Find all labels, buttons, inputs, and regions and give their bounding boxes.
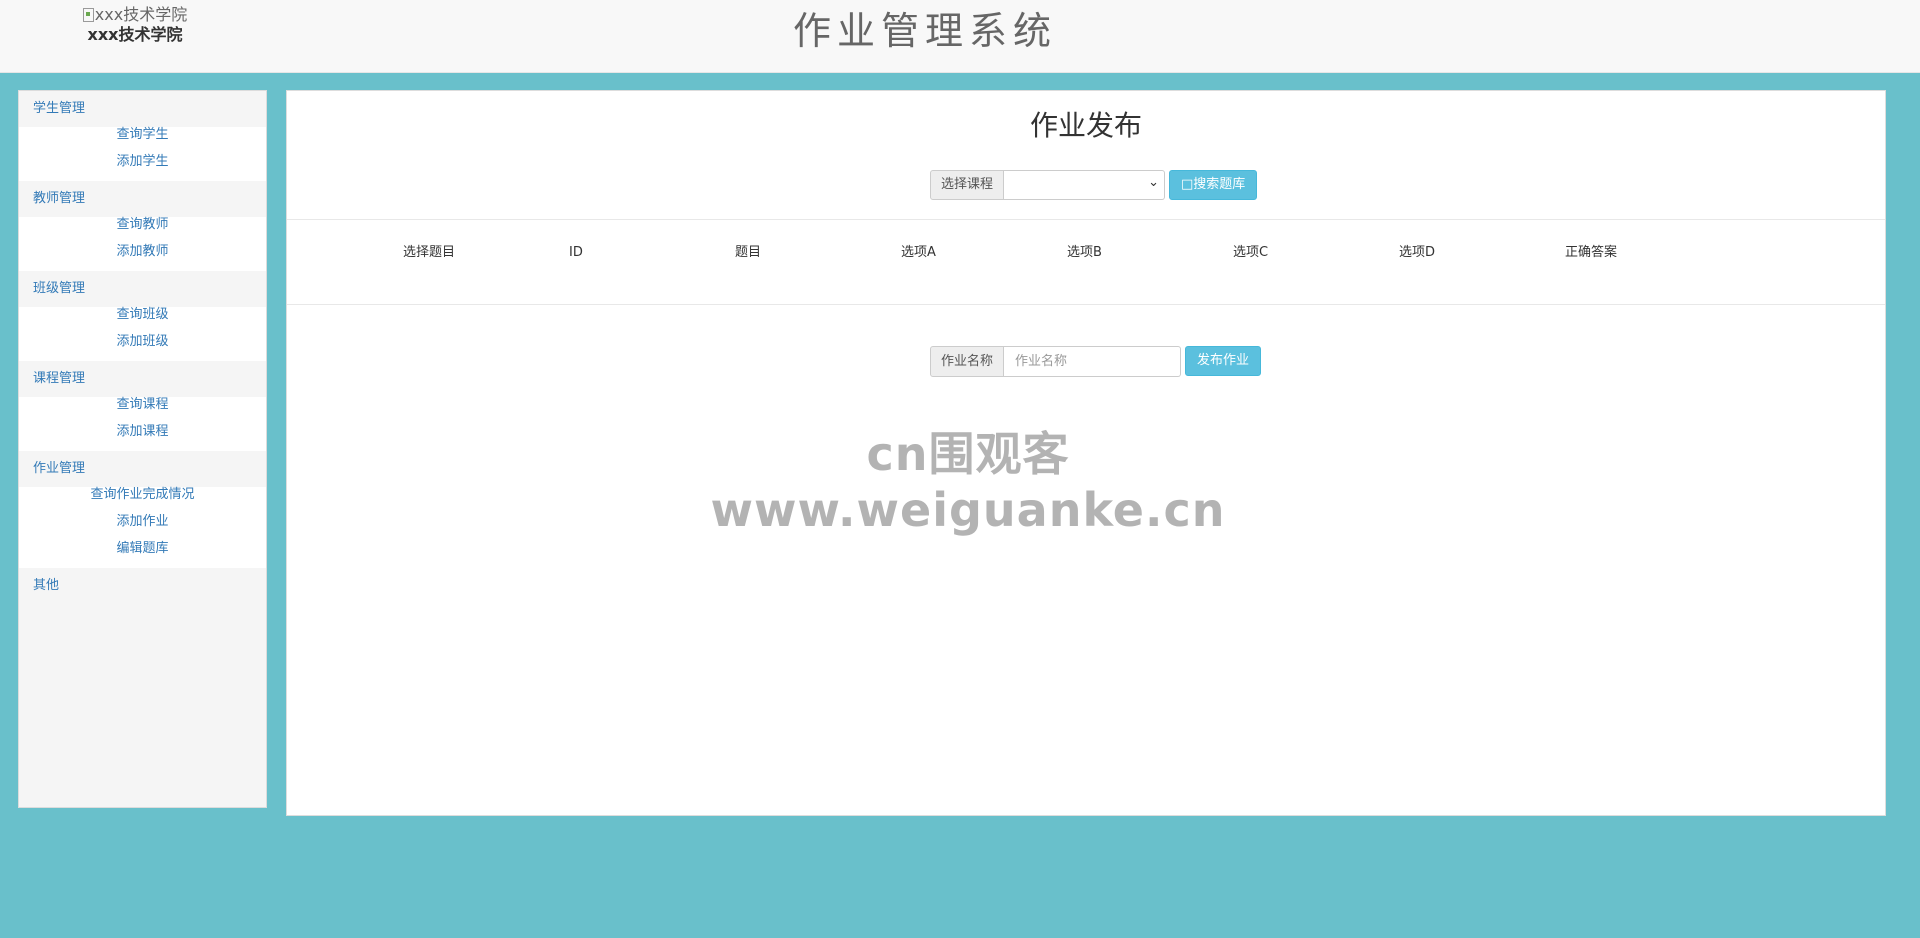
sidebar-group-other[interactable]: 其他 [19,568,266,604]
watermark: cn围观客www.weiguanke.cn [710,427,1226,537]
sidebar-item-add-student[interactable]: 添加学生 [19,154,266,181]
column-header-option-d: 选项D [1399,245,1436,260]
sidebar-student-items: 查询学生 添加学生 [19,127,266,181]
column-header-id: ID [569,245,583,260]
course-select[interactable]: ⌄ [1004,170,1166,200]
page-title: 作业发布 [1029,109,1142,142]
publish-homework-button[interactable]: 发布作业 [1185,346,1262,376]
sidebar-item-edit-question-bank[interactable]: 编辑题库 [19,541,266,568]
school-name: xxx技术学院 [87,25,183,44]
sidebar: 学生管理 查询学生 添加学生 教师管理 查询教师 添加教师 班级管理 查询班级 … [18,90,267,808]
sidebar-item-query-class[interactable]: 查询班级 [19,307,266,334]
chevron-down-icon: ⌄ [1148,175,1160,190]
logo-alt-text: xxx技术学院 [94,5,188,24]
sidebar-teacher-items: 查询教师 添加教师 [19,217,266,271]
sidebar-item-homework-status[interactable]: 查询作业完成情况 [19,487,266,514]
system-title: 作业管理系统 [792,9,1057,53]
sidebar-item-query-course[interactable]: 查询课程 [19,397,266,424]
broken-image-icon [82,8,94,22]
sidebar-item-query-student[interactable]: 查询学生 [19,127,266,154]
publish-homework-group: 作业名称 作业名称 发布作业 [930,346,1262,377]
column-header-question: 题目 [735,245,762,260]
sidebar-group-class[interactable]: 班级管理 [19,271,266,307]
sidebar-item-query-teacher[interactable]: 查询教师 [19,217,266,244]
sidebar-course-items: 查询课程 添加课程 [19,397,266,451]
logo: xxx技术学院 xxx技术学院 [80,5,190,45]
sidebar-item-add-teacher[interactable]: 添加教师 [19,244,266,271]
sidebar-homework-items: 查询作业完成情况 添加作业 编辑题库 [19,487,266,568]
course-label: 选择课程 [930,170,1005,200]
column-header-answer: 正确答案 [1565,245,1618,260]
sidebar-group-homework[interactable]: 作业管理 [19,451,266,487]
column-header-select: 选择题目 [403,245,456,260]
column-header-option-a: 选项A [901,245,936,260]
sidebar-group-student[interactable]: 学生管理 [19,91,266,127]
homework-name-input[interactable]: 作业名称 [1004,346,1182,377]
question-table-header: 选择题目 ID 题目 选项A 选项B 选项C 选项D 正确答案 [403,241,1793,265]
sidebar-item-add-class[interactable]: 添加班级 [19,334,266,361]
column-header-option-c: 选项C [1233,245,1269,260]
top-header: xxx技术学院 xxx技术学院 作业管理系统 [0,0,1920,73]
column-header-option-b: 选项B [1067,245,1102,260]
sidebar-group-course[interactable]: 课程管理 [19,361,266,397]
sidebar-group-teacher[interactable]: 教师管理 [19,181,266,217]
divider-top [287,219,1885,220]
course-search-group: 选择课程 ⌄ □搜索题库 [930,170,1258,200]
homework-name-label: 作业名称 [930,346,1005,377]
sidebar-item-add-homework[interactable]: 添加作业 [19,514,266,541]
logo-image-placeholder: xxx技术学院 [80,5,190,25]
search-question-bank-button[interactable]: □搜索题库 [1169,170,1258,200]
sidebar-class-items: 查询班级 添加班级 [19,307,266,361]
sidebar-item-add-course[interactable]: 添加课程 [19,424,266,451]
divider-bottom [287,304,1885,305]
